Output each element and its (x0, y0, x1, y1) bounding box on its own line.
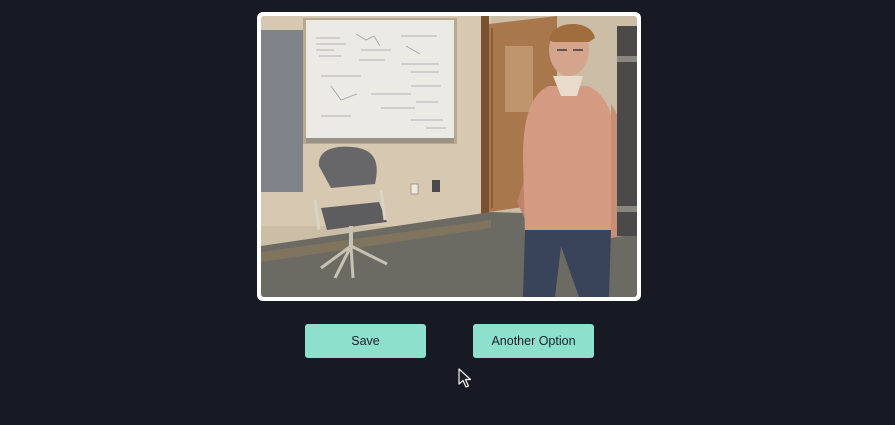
photo-frame (257, 12, 641, 301)
scene-image (261, 16, 637, 297)
save-button[interactable]: Save (305, 324, 426, 358)
arrow-pointer-icon (458, 368, 472, 388)
page: Save Another Option (0, 0, 895, 425)
another-option-button[interactable]: Another Option (473, 324, 594, 358)
